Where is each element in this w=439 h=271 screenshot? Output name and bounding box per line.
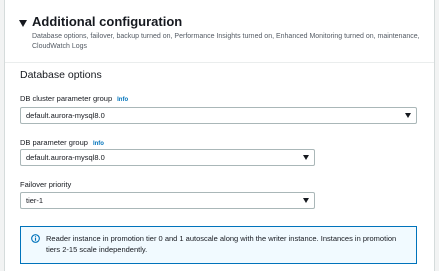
section-description: Database options, failover, backup turne…	[32, 33, 420, 50]
info-circle-icon	[31, 234, 40, 243]
db-parameter-group-value: default.aurora-mysql8.0	[26, 153, 105, 162]
failover-priority-select[interactable]: tier-1	[20, 192, 315, 209]
failover-priority-label: Failover priority	[20, 180, 71, 189]
additional-configuration-panel: Additional configuration Database option…	[4, 0, 435, 271]
db-cluster-parameter-group-value: default.aurora-mysql8.0	[26, 111, 105, 120]
db-parameter-group-info-link[interactable]: Info	[93, 141, 104, 147]
chevron-down-icon	[303, 198, 309, 203]
db-cluster-parameter-group-select[interactable]: default.aurora-mysql8.0	[20, 107, 417, 124]
db-parameter-group-select[interactable]: default.aurora-mysql8.0	[20, 149, 315, 166]
db-cluster-parameter-group-info-link[interactable]: Info	[117, 97, 128, 103]
db-parameter-group-label: DB parameter group Info	[20, 138, 104, 147]
additional-configuration-header[interactable]: Additional configuration Database option…	[5, 0, 434, 62]
section-title[interactable]: Additional configuration	[32, 14, 182, 29]
failover-priority-label-text: Failover priority	[20, 180, 72, 189]
caret-down-icon[interactable]	[19, 20, 27, 27]
chevron-down-icon	[405, 113, 411, 118]
database-options-title: Database options	[20, 69, 102, 81]
failover-priority-value: tier-1	[26, 196, 44, 205]
db-parameter-group-label-text: DB parameter group	[20, 138, 88, 147]
alert-message: Reader instance in promotion tier 0 and …	[46, 234, 397, 254]
section-divider	[5, 62, 434, 63]
chevron-down-icon	[303, 155, 309, 160]
autoscale-info-alert: Reader instance in promotion tier 0 and …	[20, 226, 417, 264]
db-cluster-parameter-group-label: DB cluster parameter group Info	[20, 94, 128, 103]
db-cluster-parameter-group-label-text: DB cluster parameter group	[20, 94, 113, 103]
